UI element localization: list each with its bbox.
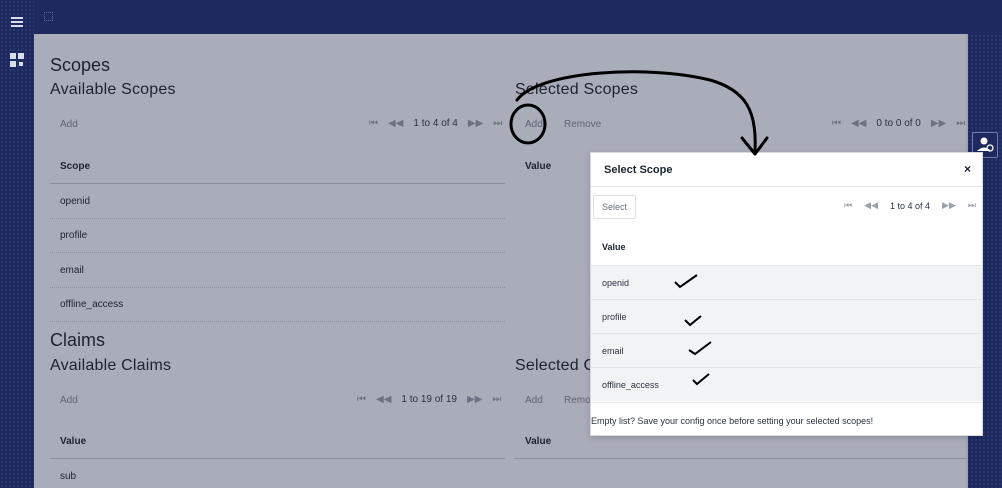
selected-claims-column-header[interactable]: Value (525, 436, 551, 447)
pager-text: 1 to 4 of 4 (890, 200, 931, 211)
last-page-icon[interactable]: ⏭ (492, 394, 501, 405)
next-page-icon[interactable]: ▶▶ (942, 200, 956, 211)
header-divider (50, 183, 505, 184)
selected-claims-remove-button[interactable]: Remo (564, 395, 591, 406)
hamburger-icon[interactable] (10, 16, 24, 28)
selected-claims-add-button[interactable]: Add (525, 395, 543, 406)
top-bar-grip-icon[interactable] (44, 12, 53, 21)
table-row[interactable]: openid (60, 196, 90, 207)
close-icon[interactable]: × (964, 162, 971, 176)
last-page-icon[interactable]: ⏭ (956, 118, 965, 129)
available-claims-column-header[interactable]: Value (60, 436, 86, 447)
selected-scopes-column-header[interactable]: Value (525, 161, 551, 172)
modal-column-header[interactable]: Value (602, 242, 626, 252)
prev-page-icon[interactable]: ◀◀ (864, 200, 878, 211)
list-item-label: profile (602, 312, 627, 322)
left-sidebar (0, 0, 34, 488)
list-item[interactable]: openid (591, 265, 982, 299)
list-item-label: openid (602, 278, 630, 288)
modal-divider (591, 186, 982, 187)
selected-scopes-title: Selected Scopes (515, 81, 639, 98)
header-divider (50, 458, 505, 459)
prev-page-icon[interactable]: ◀◀ (376, 394, 391, 405)
available-claims-title: Available Claims (50, 357, 172, 374)
table-row[interactable]: email (60, 265, 84, 276)
handwritten-check-icon (688, 341, 712, 356)
table-row[interactable]: offline_access (60, 299, 123, 310)
pager-text: 1 to 19 of 19 (401, 394, 457, 405)
modal-footer-text: Empty list? Save your config once before… (591, 416, 874, 426)
next-page-icon[interactable]: ▶▶ (931, 118, 946, 129)
last-page-icon[interactable]: ⏭ (968, 200, 976, 211)
available-scopes-column-header[interactable]: Scope (60, 161, 90, 172)
prev-page-icon[interactable]: ◀◀ (388, 118, 403, 129)
row-divider (50, 287, 505, 288)
row-divider (50, 252, 505, 253)
selected-scopes-pager: ⏮ ◀◀ 0 to 0 of 0 ▶▶ ⏭ (832, 118, 965, 129)
modal-pager: ⏮ ◀◀ 1 to 4 of 4 ▶▶ ⏭ (844, 200, 976, 211)
modal-title: Select Scope (604, 164, 673, 176)
last-page-icon[interactable]: ⏭ (493, 118, 502, 129)
list-item-label: email (602, 346, 624, 356)
pager-text: 1 to 4 of 4 (413, 118, 458, 129)
available-claims-add-button[interactable]: Add (60, 395, 78, 406)
first-page-icon[interactable]: ⏮ (369, 118, 378, 129)
available-scopes-title: Available Scopes (50, 81, 176, 98)
selected-scopes-add-button[interactable]: Add (525, 119, 543, 130)
top-bar (0, 0, 1002, 34)
grid-logo-icon[interactable] (9, 52, 25, 68)
row-divider (50, 321, 505, 322)
modal-divider (591, 402, 982, 403)
next-page-icon[interactable]: ▶▶ (467, 394, 482, 405)
first-page-icon[interactable]: ⏮ (357, 394, 366, 405)
header-divider (515, 458, 967, 459)
prev-page-icon[interactable]: ◀◀ (851, 118, 866, 129)
select-scope-modal: Select Scope × Select ⏮ ◀◀ 1 to 4 of 4 ▶… (590, 152, 983, 436)
handwritten-check-icon (684, 315, 702, 327)
handwritten-check-icon (692, 373, 710, 386)
selected-claims-title: Selected C (515, 357, 596, 374)
handwritten-check-icon (674, 274, 698, 289)
available-claims-pager: ⏮ ◀◀ 1 to 19 of 19 ▶▶ ⏭ (357, 394, 501, 405)
selected-scopes-remove-button[interactable]: Remove (564, 119, 601, 130)
table-row[interactable]: profile (60, 230, 87, 241)
list-item[interactable]: email (591, 333, 982, 367)
first-page-icon[interactable]: ⏮ (832, 118, 841, 129)
scopes-title: Scopes (50, 55, 111, 75)
row-divider (50, 218, 505, 219)
claims-title: Claims (50, 330, 106, 350)
next-page-icon[interactable]: ▶▶ (468, 118, 483, 129)
pager-text: 0 to 0 of 0 (876, 118, 921, 129)
available-scopes-pager: ⏮ ◀◀ 1 to 4 of 4 ▶▶ ⏭ (369, 118, 502, 129)
list-item-label: offline_access (602, 380, 659, 390)
list-item[interactable]: profile (591, 299, 982, 333)
list-item[interactable]: offline_access (591, 367, 982, 401)
select-button[interactable]: Select (593, 195, 636, 219)
first-page-icon[interactable]: ⏮ (844, 200, 852, 211)
available-scopes-add-button[interactable]: Add (60, 119, 78, 130)
table-row[interactable]: sub (60, 471, 76, 482)
